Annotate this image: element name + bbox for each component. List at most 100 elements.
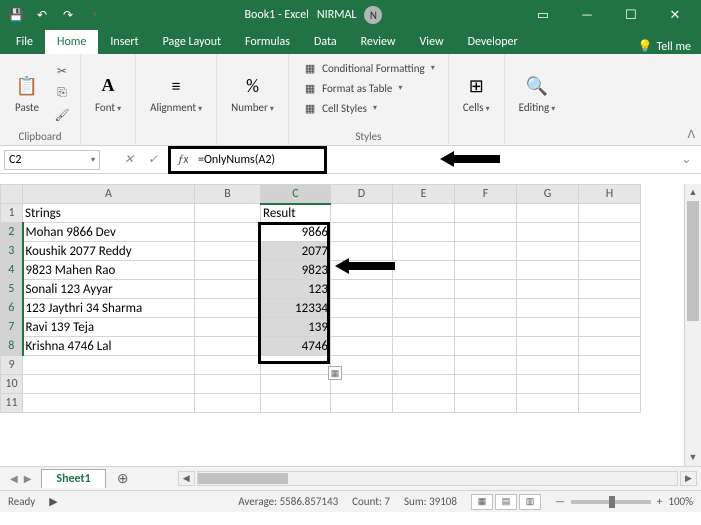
number-button[interactable]: % Number▾: [225, 71, 280, 116]
cell-G10[interactable]: [517, 375, 579, 394]
alignment-button[interactable]: ≡ Alignment▾: [144, 71, 208, 116]
cell-D6[interactable]: [331, 299, 393, 318]
zoom-in-button[interactable]: +: [657, 495, 662, 508]
zoom-slider[interactable]: [571, 500, 651, 504]
scroll-left-button[interactable]: ◀: [178, 471, 195, 486]
view-page-layout-button[interactable]: ▤: [495, 494, 517, 510]
name-box[interactable]: C2▾: [4, 150, 100, 170]
vertical-scrollbar[interactable]: ▲ ▼: [684, 184, 701, 466]
maximize-button[interactable]: ☐: [609, 0, 653, 30]
cell-H3[interactable]: [579, 242, 641, 261]
row-header-10[interactable]: 10: [1, 375, 23, 394]
cell-B2[interactable]: [195, 223, 261, 242]
tab-page-layout[interactable]: Page Layout: [151, 30, 233, 54]
cell-B4[interactable]: [195, 261, 261, 280]
cell-B11[interactable]: [195, 394, 261, 413]
cell-H10[interactable]: [579, 375, 641, 394]
paste-button[interactable]: 📋 Paste: [8, 71, 46, 116]
cell-C7[interactable]: 139: [261, 318, 331, 337]
cell-G9[interactable]: [517, 356, 579, 375]
tab-formulas[interactable]: Formulas: [233, 30, 302, 54]
cell-C5[interactable]: 123: [261, 280, 331, 299]
cell-A5[interactable]: Sonali 123 Ayyar: [23, 280, 195, 299]
column-header-E[interactable]: E: [393, 185, 455, 204]
cell-H1[interactable]: [579, 204, 641, 223]
cell-A7[interactable]: Ravi 139 Teja: [23, 318, 195, 337]
cell-E11[interactable]: [393, 394, 455, 413]
row-header-5[interactable]: 5: [1, 280, 23, 299]
select-all-button[interactable]: [1, 185, 23, 204]
cell-A11[interactable]: [23, 394, 195, 413]
cell-G8[interactable]: [517, 337, 579, 356]
enter-formula-button[interactable]: ✓: [142, 150, 164, 170]
cell-H7[interactable]: [579, 318, 641, 337]
cell-E2[interactable]: [393, 223, 455, 242]
cell-E5[interactable]: [393, 280, 455, 299]
cell-G5[interactable]: [517, 280, 579, 299]
user-avatar[interactable]: N: [364, 6, 382, 24]
cell-B8[interactable]: [195, 337, 261, 356]
font-button[interactable]: A Font▾: [89, 71, 127, 116]
cell-H11[interactable]: [579, 394, 641, 413]
column-header-B[interactable]: B: [195, 185, 261, 204]
column-header-C[interactable]: C: [261, 185, 331, 204]
cell-A1[interactable]: Strings: [23, 204, 195, 223]
scroll-right-button[interactable]: ▶: [680, 471, 697, 486]
zoom-out-button[interactable]: —: [555, 495, 565, 508]
cell-C2[interactable]: 9866: [261, 223, 331, 242]
h-scroll-thumb[interactable]: [198, 473, 288, 484]
row-header-6[interactable]: 6: [1, 299, 23, 318]
cell-H6[interactable]: [579, 299, 641, 318]
cell-styles-button[interactable]: ▦Cell Styles▾: [302, 98, 377, 118]
cell-A8[interactable]: Krishna 4746 Lal: [23, 337, 195, 356]
cell-F9[interactable]: [455, 356, 517, 375]
cell-D11[interactable]: [331, 394, 393, 413]
cancel-formula-button[interactable]: ✕: [118, 150, 140, 170]
conditional-formatting-button[interactable]: ▦Conditional Formatting▾: [302, 58, 435, 78]
cell-D2[interactable]: [331, 223, 393, 242]
row-header-2[interactable]: 2: [1, 223, 23, 242]
formula-input[interactable]: [194, 150, 324, 170]
tab-insert[interactable]: Insert: [98, 30, 150, 54]
cell-F8[interactable]: [455, 337, 517, 356]
format-painter-button[interactable]: 🖌: [52, 105, 72, 125]
tab-file[interactable]: File: [4, 30, 45, 54]
cells-button[interactable]: ⊞ Cells▾: [457, 71, 496, 116]
cell-A2[interactable]: Mohan 9866 Dev: [23, 223, 195, 242]
format-as-table-button[interactable]: ▦Format as Table▾: [302, 78, 402, 98]
cell-H4[interactable]: [579, 261, 641, 280]
scroll-down-button[interactable]: ▼: [685, 449, 701, 466]
cell-G7[interactable]: [517, 318, 579, 337]
cell-B10[interactable]: [195, 375, 261, 394]
cell-C9[interactable]: [261, 356, 331, 375]
tell-me-button[interactable]: 💡 Tell me: [628, 39, 701, 54]
view-normal-button[interactable]: ▦: [471, 494, 493, 510]
cell-B1[interactable]: [195, 204, 261, 223]
cell-B3[interactable]: [195, 242, 261, 261]
row-header-3[interactable]: 3: [1, 242, 23, 261]
view-page-break-button[interactable]: ▥: [519, 494, 541, 510]
qat-customize-button[interactable]: ▾: [82, 3, 106, 27]
tab-developer[interactable]: Developer: [456, 30, 530, 54]
cell-B9[interactable]: [195, 356, 261, 375]
cell-F1[interactable]: [455, 204, 517, 223]
cell-B5[interactable]: [195, 280, 261, 299]
column-header-H[interactable]: H: [579, 185, 641, 204]
undo-button[interactable]: ↶: [30, 3, 54, 27]
grid-table[interactable]: ABCDEFGH1StringsResult2Mohan 9866 Dev986…: [0, 184, 641, 413]
cell-C8[interactable]: 4746: [261, 337, 331, 356]
cell-E10[interactable]: [393, 375, 455, 394]
redo-button[interactable]: ↷: [56, 3, 80, 27]
cell-D5[interactable]: [331, 280, 393, 299]
cell-C3[interactable]: 2077: [261, 242, 331, 261]
cell-C4[interactable]: 9823: [261, 261, 331, 280]
copy-button[interactable]: ⎘: [52, 83, 72, 103]
column-header-F[interactable]: F: [455, 185, 517, 204]
cell-D7[interactable]: [331, 318, 393, 337]
tab-home[interactable]: Home: [45, 30, 98, 54]
column-header-A[interactable]: A: [23, 185, 195, 204]
cell-G6[interactable]: [517, 299, 579, 318]
tab-data[interactable]: Data: [302, 30, 349, 54]
close-button[interactable]: ✕: [653, 0, 697, 30]
cell-D8[interactable]: [331, 337, 393, 356]
